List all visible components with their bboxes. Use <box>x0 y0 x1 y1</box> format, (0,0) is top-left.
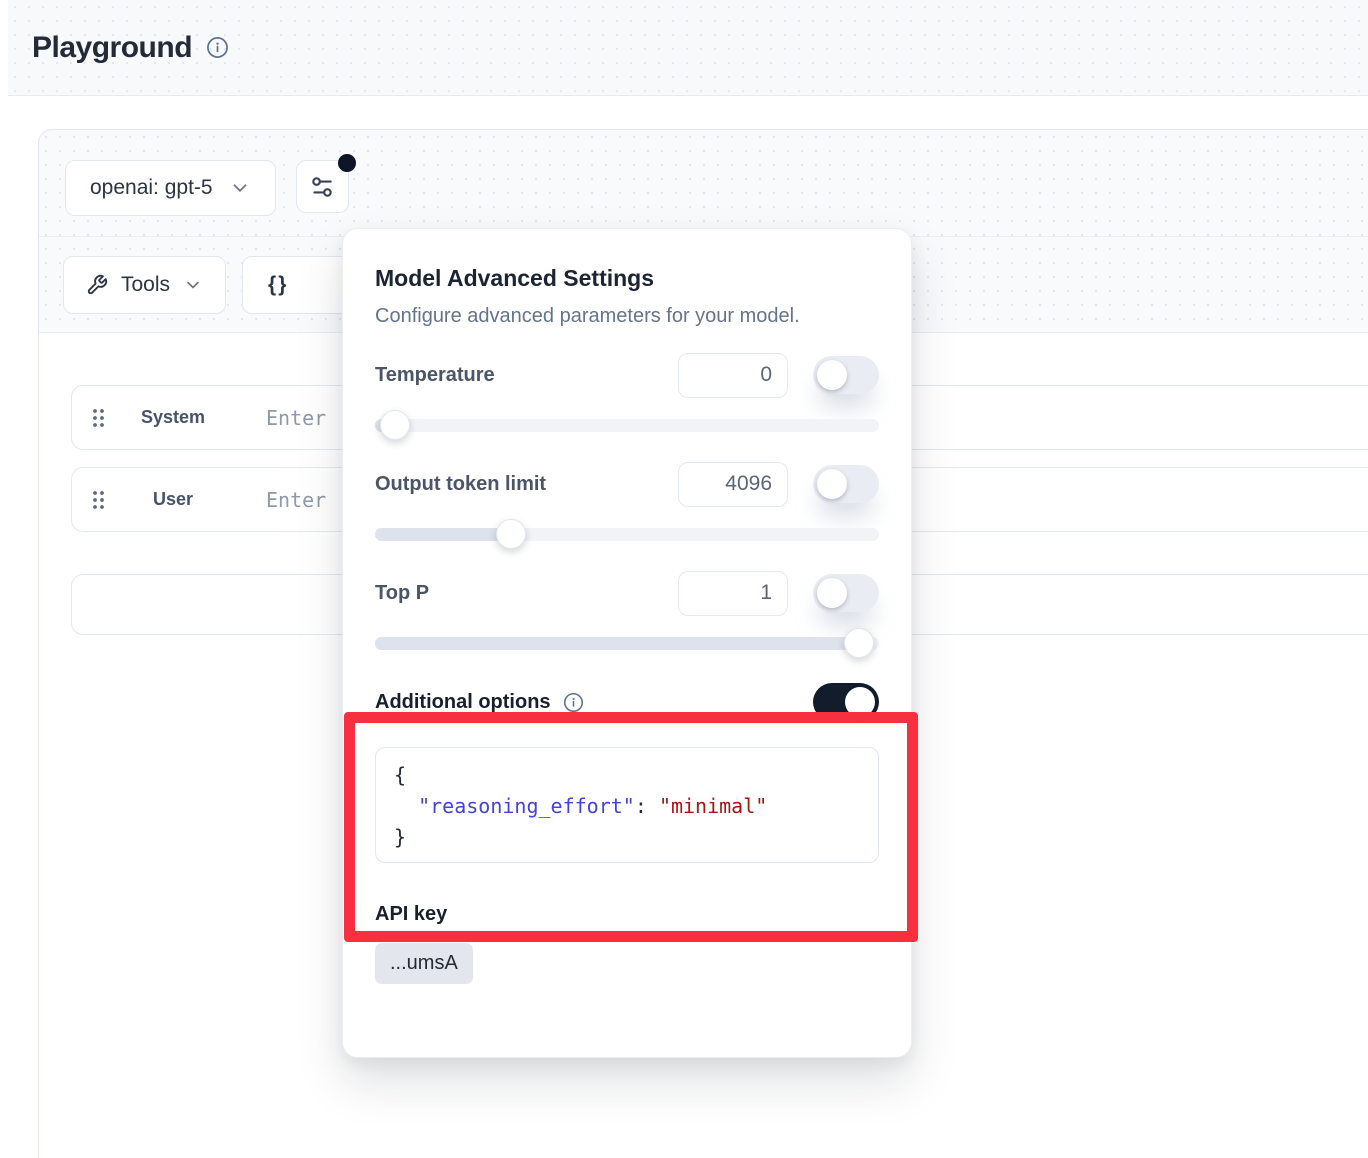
chevron-down-icon <box>183 275 203 295</box>
model-select-button[interactable]: openai: gpt-5 <box>65 160 276 216</box>
top-p-slider[interactable] <box>375 637 879 650</box>
tools-dropdown-button[interactable]: Tools <box>63 256 226 314</box>
braces-label: {} <box>268 273 288 297</box>
drag-handle-icon[interactable] <box>90 489 108 511</box>
info-icon[interactable] <box>563 692 584 713</box>
additional-options-label: Additional options <box>375 691 551 714</box>
temperature-toggle[interactable] <box>813 356 879 394</box>
code-colon: : <box>635 794 659 818</box>
output-token-limit-toggle[interactable] <box>813 465 879 503</box>
output-token-limit-label: Output token limit <box>375 473 678 496</box>
chevron-down-icon <box>229 177 251 199</box>
output-token-limit-input[interactable] <box>678 462 788 507</box>
popover-title: Model Advanced Settings <box>375 265 879 292</box>
message-placeholder: Enter <box>266 406 326 430</box>
param-top-p: Top P <box>375 570 879 650</box>
temperature-slider[interactable] <box>375 419 879 432</box>
popover-subtitle: Configure advanced parameters for your m… <box>375 305 879 328</box>
page-header: Playground <box>8 0 1368 96</box>
param-output-token-limit: Output token limit <box>375 461 879 541</box>
slider-thumb[interactable] <box>496 519 526 549</box>
additional-options-toggle[interactable] <box>813 683 879 721</box>
output-token-limit-slider[interactable] <box>375 528 879 541</box>
drag-handle-icon[interactable] <box>90 407 108 429</box>
code-json-key: "reasoning_effort" <box>418 794 635 818</box>
top-p-toggle[interactable] <box>813 574 879 612</box>
page-title: Playground <box>32 31 192 65</box>
code-close-brace: } <box>394 825 406 849</box>
temperature-label: Temperature <box>375 364 678 387</box>
api-key-value-pill[interactable]: ...umsA <box>375 943 473 984</box>
info-icon[interactable] <box>206 36 229 59</box>
top-p-label: Top P <box>375 582 678 605</box>
message-placeholder: Enter <box>266 488 326 512</box>
message-role-label: System <box>108 407 238 428</box>
code-json-value: "minimal" <box>659 794 767 818</box>
message-role-label: User <box>108 489 238 510</box>
sliders-settings-icon <box>309 174 335 200</box>
model-advanced-settings-popover: Model Advanced Settings Configure advanc… <box>342 228 912 1058</box>
api-key-label: API key <box>375 903 879 926</box>
slider-thumb[interactable] <box>380 410 410 440</box>
wrench-icon <box>86 274 108 296</box>
temperature-input[interactable] <box>678 353 788 398</box>
slider-thumb[interactable] <box>844 628 874 658</box>
additional-options-json-editor[interactable]: { "reasoning_effort": "minimal" } <box>375 747 879 863</box>
notification-dot <box>338 154 356 172</box>
model-select-label: openai: gpt-5 <box>90 176 213 200</box>
additional-options-row: Additional options <box>375 682 879 722</box>
param-temperature: Temperature <box>375 352 879 432</box>
model-row: openai: gpt-5 <box>39 130 1368 237</box>
code-open-brace: { <box>394 763 406 787</box>
top-p-input[interactable] <box>678 571 788 616</box>
tools-label: Tools <box>121 273 170 297</box>
model-advanced-settings-button[interactable] <box>296 160 349 213</box>
